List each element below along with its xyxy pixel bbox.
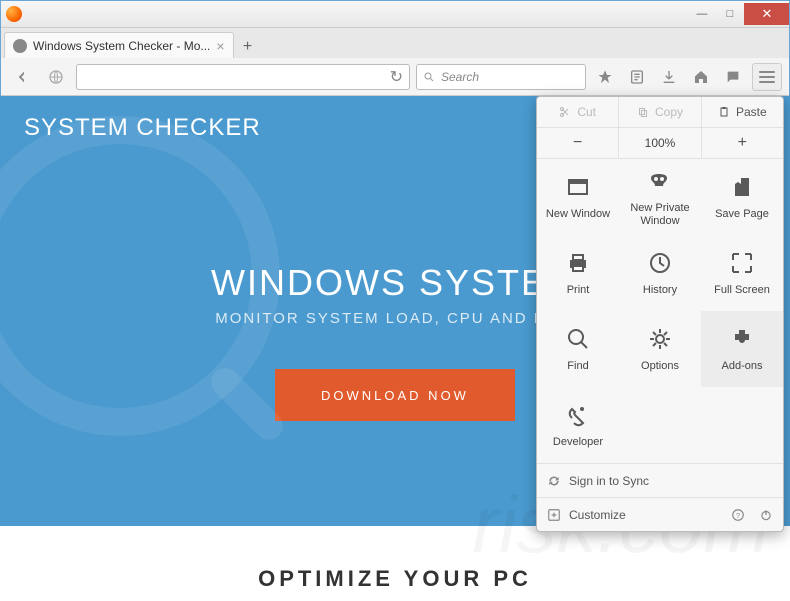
chat-icon[interactable] — [720, 64, 746, 90]
app-menu-panel: Cut Copy Paste − 100% + New Window New Pr… — [536, 96, 784, 532]
url-bar[interactable]: ↻ — [76, 64, 410, 90]
save-page-icon — [727, 172, 757, 202]
menu-item-label: New Window — [546, 208, 610, 221]
menu-item-label: New Private Window — [623, 202, 697, 228]
svg-text:?: ? — [736, 510, 740, 519]
copy-icon — [637, 106, 649, 118]
menu-item-new-window[interactable]: New Window — [537, 159, 619, 235]
help-icon[interactable]: ? — [731, 508, 745, 522]
reader-icon[interactable] — [624, 64, 650, 90]
menu-cut[interactable]: Cut — [537, 97, 619, 127]
window-minimize-button[interactable]: — — [688, 3, 716, 25]
sync-icon — [547, 474, 561, 488]
menu-item-label: History — [643, 284, 677, 297]
menu-customize-row: Customize ? — [537, 497, 783, 531]
menu-customize[interactable]: Customize — [547, 508, 626, 522]
menu-item-options[interactable]: Options — [619, 311, 701, 387]
tab-strip: Windows System Checker - Mo... × + — [0, 28, 790, 58]
menu-item-print[interactable]: Print — [537, 235, 619, 311]
menu-customize-label: Customize — [569, 508, 626, 522]
menu-item-label: Options — [641, 360, 679, 373]
menu-copy-label: Copy — [655, 105, 683, 119]
plus-square-icon — [547, 508, 561, 522]
zoom-in-button[interactable]: + — [702, 128, 783, 158]
browser-tab[interactable]: Windows System Checker - Mo... × — [4, 32, 234, 58]
menu-button[interactable] — [752, 63, 782, 91]
zoom-out-button[interactable]: − — [537, 128, 619, 158]
menu-item-full-screen[interactable]: Full Screen — [701, 235, 783, 311]
tab-favicon — [13, 39, 27, 53]
menu-item-label: Add-ons — [722, 360, 763, 373]
menu-sync[interactable]: Sign in to Sync — [537, 463, 783, 497]
paste-icon — [718, 106, 730, 118]
menu-paste-label: Paste — [736, 105, 767, 119]
search-icon — [423, 71, 435, 83]
menu-cut-label: Cut — [577, 105, 596, 119]
add-ons-icon — [727, 324, 757, 354]
navigation-toolbar: ↻ Search — [0, 58, 790, 96]
menu-item-add-ons[interactable]: Add-ons — [701, 311, 783, 387]
window-titlebar: — □ ✕ — [0, 0, 790, 28]
menu-item-history[interactable]: History — [619, 235, 701, 311]
download-button[interactable]: DOWNLOAD NOW — [275, 369, 515, 421]
back-button[interactable] — [8, 63, 36, 91]
menu-copy[interactable]: Copy — [619, 97, 701, 127]
bookmark-icon[interactable] — [592, 64, 618, 90]
menu-item-find[interactable]: Find — [537, 311, 619, 387]
section-heading: OPTIMIZE YOUR PC — [0, 526, 790, 592]
new-private-window-icon — [645, 166, 675, 196]
window-close-button[interactable]: ✕ — [744, 3, 790, 25]
find-icon — [563, 324, 593, 354]
home-icon[interactable] — [688, 64, 714, 90]
print-icon — [563, 248, 593, 278]
zoom-level: 100% — [619, 128, 701, 158]
menu-item-new-private-window[interactable]: New Private Window — [619, 159, 701, 235]
menu-item-label: Save Page — [715, 208, 769, 221]
menu-sync-label: Sign in to Sync — [569, 474, 649, 488]
menu-item-label: Developer — [553, 436, 603, 449]
firefox-icon — [6, 6, 22, 22]
full-screen-icon — [727, 248, 757, 278]
menu-item-label: Find — [567, 360, 588, 373]
menu-item-developer[interactable]: Developer — [537, 387, 619, 463]
cut-icon — [559, 106, 571, 118]
power-icon[interactable] — [759, 508, 773, 522]
tab-close-icon[interactable]: × — [216, 39, 224, 53]
developer-icon — [563, 400, 593, 430]
new-tab-button[interactable]: + — [236, 36, 260, 58]
history-icon — [645, 248, 675, 278]
hero-watermark — [0, 116, 280, 436]
window-maximize-button[interactable]: □ — [716, 3, 744, 25]
menu-item-save-page[interactable]: Save Page — [701, 159, 783, 235]
menu-item-label: Print — [567, 284, 590, 297]
downloads-icon[interactable] — [656, 64, 682, 90]
new-window-icon — [563, 172, 593, 202]
search-bar[interactable]: Search — [416, 64, 586, 90]
reload-icon[interactable]: ↻ — [390, 67, 403, 87]
globe-icon — [42, 63, 70, 91]
search-placeholder: Search — [441, 70, 479, 84]
options-icon — [645, 324, 675, 354]
tab-title: Windows System Checker - Mo... — [33, 39, 210, 53]
menu-item-label: Full Screen — [714, 284, 770, 297]
menu-paste[interactable]: Paste — [702, 97, 783, 127]
